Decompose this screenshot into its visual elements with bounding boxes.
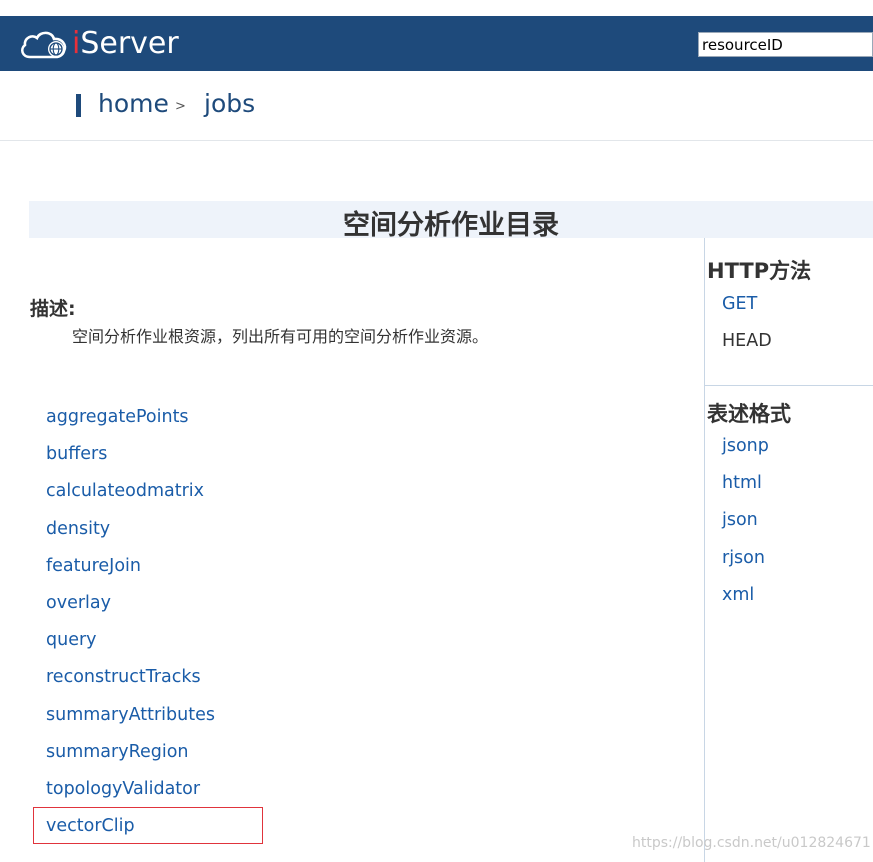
format-link-html[interactable]: html — [722, 473, 762, 493]
format-link-jsonp[interactable]: jsonp — [722, 436, 769, 456]
resource-link-buffers[interactable]: buffers — [46, 441, 107, 467]
formats-list: jsonp html json rjson xml — [722, 433, 769, 619]
logo-server-text: Server — [80, 26, 179, 61]
list-item: density — [46, 516, 215, 553]
list-item: reconstructTracks — [46, 664, 215, 701]
resource-link-summaryattributes[interactable]: summaryAttributes — [46, 702, 215, 728]
highlight-box-vectorclip — [33, 807, 263, 844]
breadcrumb: home > jobs — [0, 71, 873, 141]
description-text: 空间分析作业根资源，列出所有可用的空间分析作业资源。 — [72, 327, 489, 346]
format-link-json[interactable]: json — [722, 510, 758, 530]
page-title-bar: 空间分析作业目录 — [29, 201, 873, 241]
list-item: xml — [722, 582, 769, 619]
search-input[interactable] — [698, 32, 873, 57]
list-item: featureJoin — [46, 553, 215, 590]
list-item: html — [722, 470, 769, 507]
resource-link-aggregatepoints[interactable]: aggregatePoints — [46, 404, 189, 430]
resource-link-overlay[interactable]: overlay — [46, 590, 111, 616]
format-link-xml[interactable]: xml — [722, 585, 754, 605]
cloud-globe-icon — [20, 31, 67, 59]
http-methods-list: GET HEAD — [722, 291, 772, 365]
list-item: aggregatePoints — [46, 404, 215, 441]
list-item: buffers — [46, 441, 215, 478]
resource-link-reconstructtracks[interactable]: reconstructTracks — [46, 664, 201, 690]
resource-link-density[interactable]: density — [46, 516, 110, 542]
list-item: rjson — [722, 545, 769, 582]
sidebar-divider — [704, 238, 705, 862]
breadcrumb-separator: > — [175, 99, 186, 114]
list-item: json — [722, 507, 769, 544]
resource-link-query[interactable]: query — [46, 627, 97, 653]
breadcrumb-home-link[interactable]: home — [98, 89, 169, 118]
list-item: overlay — [46, 590, 215, 627]
http-method-get-link[interactable]: GET — [722, 294, 757, 314]
formats-heading: 表述格式 — [707, 402, 791, 426]
resource-link-calculateodmatrix[interactable]: calculateodmatrix — [46, 478, 204, 504]
resource-list: aggregatePoints buffers calculateodmatri… — [46, 404, 215, 850]
description-label: 描述: — [30, 298, 76, 320]
http-method-head: HEAD — [722, 331, 772, 352]
browser-bookmarks-strip — [0, 0, 873, 16]
watermark-text: https://blog.csdn.net/u012824671 — [632, 835, 871, 851]
http-methods-heading: HTTP方法 — [707, 259, 812, 283]
list-item: HEAD — [722, 328, 772, 365]
list-item: query — [46, 627, 215, 664]
list-item: summaryRegion — [46, 739, 215, 776]
format-link-rjson[interactable]: rjson — [722, 548, 765, 568]
list-item: summaryAttributes — [46, 702, 215, 739]
iserver-logo[interactable]: iServer — [18, 26, 179, 62]
breadcrumb-current: jobs — [204, 89, 256, 118]
logo-wordmark: iServer — [72, 27, 179, 61]
breadcrumb-marker — [76, 94, 81, 117]
resource-link-summaryregion[interactable]: summaryRegion — [46, 739, 189, 765]
list-item: calculateodmatrix — [46, 478, 215, 515]
sidebar-section-divider — [705, 385, 873, 386]
resource-link-topologyvalidator[interactable]: topologyValidator — [46, 776, 200, 802]
list-item: jsonp — [722, 433, 769, 470]
resource-link-featurejoin[interactable]: featureJoin — [46, 553, 141, 579]
list-item: GET — [722, 291, 772, 328]
page-title: 空间分析作业目录 — [343, 210, 559, 241]
